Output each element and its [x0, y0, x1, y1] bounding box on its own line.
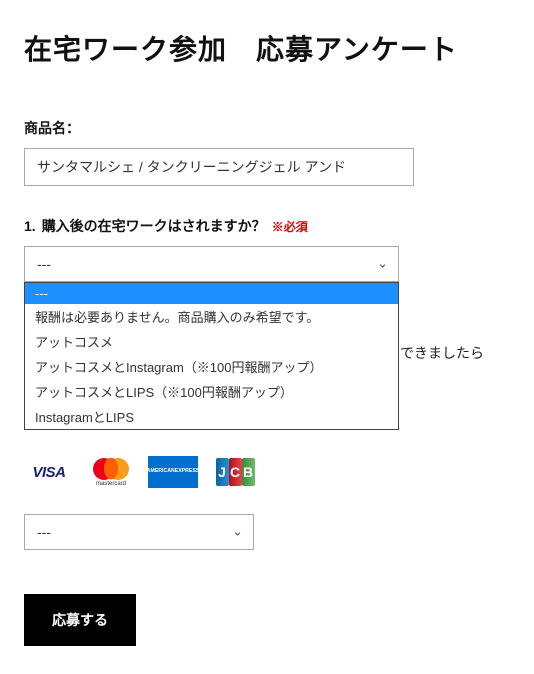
- chevron-down-icon: ⌄: [377, 255, 388, 271]
- q1-option[interactable]: アットコスメとInstagram（※100円報酬アップ）: [25, 354, 398, 379]
- q1-option[interactable]: 報酬は必要ありません。商品購入のみ希望です。: [25, 304, 398, 329]
- page-title: 在宅ワーク参加 応募アンケート: [24, 28, 510, 68]
- partial-hidden-text: できましたら: [400, 343, 484, 363]
- amex-icon: AMERICAN EXPRESS: [148, 456, 198, 488]
- q1-dropdown[interactable]: --- 報酬は必要ありません。商品購入のみ希望です。 アットコスメ アットコスメ…: [24, 282, 399, 430]
- product-label: 商品名：: [24, 118, 510, 138]
- required-label: ※必須: [272, 218, 308, 235]
- submit-button[interactable]: 応募する: [24, 594, 136, 646]
- product-name-input[interactable]: [24, 148, 414, 186]
- q1-select-display: --- ⌄: [24, 246, 399, 282]
- chevron-down-icon: ⌄: [232, 523, 243, 539]
- secondary-selected-value: ---: [37, 524, 51, 540]
- q1-option[interactable]: アットコスメとLIPS（※100円報酬アップ）: [25, 379, 398, 404]
- payment-cards-row: VISA mastercard AMERICAN EXPRESS J C B: [24, 456, 510, 488]
- q1-select[interactable]: --- ⌄: [24, 246, 399, 282]
- q1-number: 1.: [24, 218, 36, 234]
- secondary-select[interactable]: --- ⌄: [24, 514, 254, 550]
- q1-option[interactable]: アットコスメ: [25, 329, 398, 354]
- jcb-icon: J C B: [210, 456, 260, 488]
- q1-text: 購入後の在宅ワークはされますか？: [42, 216, 266, 236]
- q1-selected-value: ---: [37, 256, 51, 272]
- q1-option[interactable]: InstagramとLIPS: [25, 404, 398, 429]
- q1-option[interactable]: ---: [25, 283, 398, 304]
- mastercard-icon: mastercard: [86, 456, 136, 488]
- visa-icon: VISA: [24, 456, 74, 488]
